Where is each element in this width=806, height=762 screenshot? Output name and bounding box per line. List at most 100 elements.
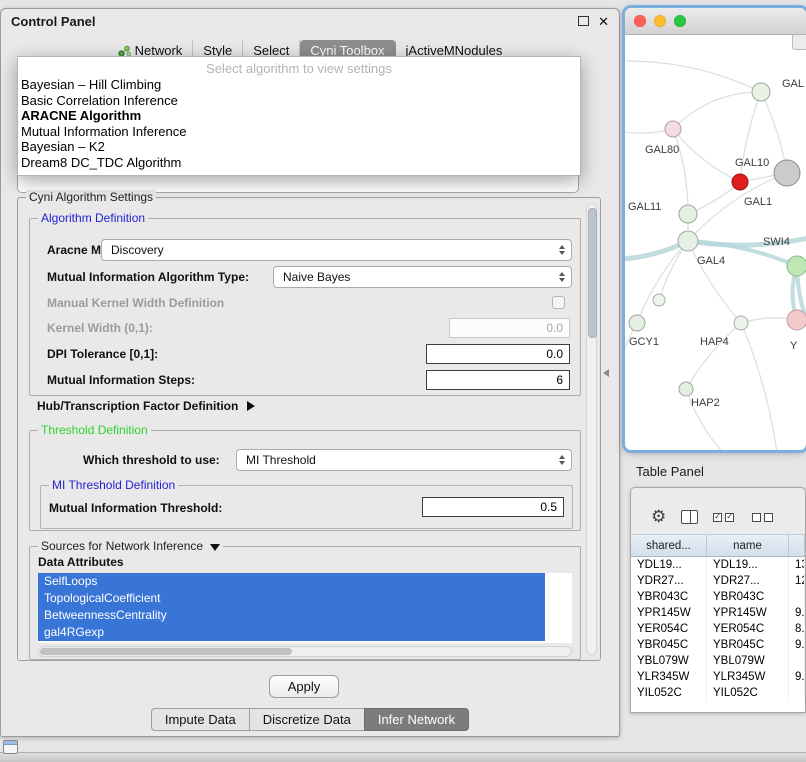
- dpi-tolerance-label: DPI Tolerance [0,1]:: [47, 347, 158, 361]
- algorithm-menu-placeholder: Select algorithm to view settings: [18, 60, 580, 77]
- settings-vertical-scrollbar[interactable]: [586, 203, 597, 655]
- table-cell: YIL052C: [631, 685, 707, 701]
- table-row[interactable]: YIL052CYIL052C: [631, 685, 805, 701]
- data-attributes-label: Data Attributes: [38, 555, 124, 569]
- network-window-titlebar[interactable]: [625, 8, 806, 35]
- table-cell: YBL079W: [707, 653, 789, 669]
- network-node-label: Y: [790, 340, 798, 352]
- table-row[interactable]: YBR043CYBR043C: [631, 589, 805, 605]
- attributes-horizontal-scrollbar[interactable]: [38, 646, 572, 657]
- attribute-list-item[interactable]: TopologicalCoefficient: [38, 590, 545, 607]
- mi-threshold-group: MI Threshold Definition Mutual Informati…: [40, 485, 573, 529]
- mi-steps-label: Mutual Information Steps:: [47, 373, 195, 387]
- network-node[interactable]: [752, 83, 770, 101]
- network-node[interactable]: [679, 382, 693, 396]
- column-layout-icon[interactable]: [681, 510, 698, 524]
- minimize-traffic-light-icon[interactable]: [654, 15, 666, 27]
- settings-gear-icon[interactable]: ⚙: [651, 509, 666, 526]
- algorithm-menu-item[interactable]: Mutual Information Inference: [18, 124, 580, 140]
- table-panel-window: ⚙ shared...name YDL19...YDL19...13YDR27.…: [630, 487, 806, 713]
- table-row[interactable]: YBL079WYBL079W: [631, 653, 805, 669]
- attribute-list-item[interactable]: gal4RGexp: [38, 624, 545, 641]
- table-row[interactable]: YDL19...YDL19...13: [631, 557, 805, 573]
- apply-button[interactable]: Apply: [269, 675, 339, 698]
- close-icon[interactable]: ✕: [598, 15, 609, 28]
- scrollbar-thumb[interactable]: [40, 648, 292, 655]
- network-node-label: SWI4: [763, 236, 790, 248]
- algorithm-menu-item[interactable]: Bayesian – K2: [18, 139, 580, 155]
- algorithm-menu-item[interactable]: ARACNE Algorithm: [18, 108, 580, 124]
- mi-threshold-field[interactable]: 0.5: [422, 497, 564, 517]
- table-cell: [789, 685, 805, 701]
- network-edge: [627, 61, 761, 92]
- network-node[interactable]: [653, 294, 665, 306]
- table-row[interactable]: YLR345WYLR345W9.: [631, 669, 805, 685]
- network-node[interactable]: [787, 256, 806, 276]
- clear-columns-icon[interactable]: [752, 513, 776, 522]
- table-cell: YDR27...: [631, 573, 707, 589]
- dpi-tolerance-field[interactable]: 0.0: [426, 344, 570, 364]
- cyni-settings-legend: Cyni Algorithm Settings: [26, 190, 156, 204]
- table-cell: YLR345W: [631, 669, 707, 685]
- table-column-header[interactable]: [789, 535, 805, 556]
- aracne-mode-value: Discovery: [111, 243, 164, 257]
- table-row[interactable]: YBR045CYBR045C9.: [631, 637, 805, 653]
- tab-discretize-data[interactable]: Discretize Data: [249, 708, 365, 731]
- zoom-traffic-light-icon[interactable]: [674, 15, 686, 27]
- data-attributes-list[interactable]: SelfLoopsTopologicalCoefficientBetweenne…: [38, 573, 572, 643]
- mi-steps-field[interactable]: 6: [426, 370, 570, 390]
- table-cell: [789, 589, 805, 605]
- table-body: YDL19...YDL19...13YDR27...YDR27...12YBR0…: [631, 557, 805, 713]
- table-cell: YLR345W: [707, 669, 789, 685]
- network-node[interactable]: [665, 121, 681, 137]
- manual-kernel-checkbox[interactable]: [552, 296, 565, 309]
- table-cell: 8.: [789, 621, 805, 637]
- kernel-width-field[interactable]: 0.0: [449, 318, 570, 338]
- table-cell: YBR043C: [707, 589, 789, 605]
- network-node[interactable]: [787, 310, 806, 330]
- network-node[interactable]: [679, 205, 697, 223]
- aracne-mode-combo[interactable]: Discovery: [101, 239, 572, 261]
- expand-right-icon: [247, 401, 255, 411]
- table-cell: YPR145W: [631, 605, 707, 621]
- tab-impute-data[interactable]: Impute Data: [151, 708, 250, 731]
- float-window-icon[interactable]: [578, 16, 589, 26]
- table-column-header[interactable]: name: [707, 535, 789, 556]
- float-panel-icon[interactable]: [3, 740, 18, 754]
- table-header-row: shared...name: [631, 534, 805, 557]
- network-node[interactable]: [732, 174, 748, 190]
- kernel-width-label: Kernel Width (0,1):: [47, 321, 153, 335]
- table-row[interactable]: YDR27...YDR27...12: [631, 573, 805, 589]
- attribute-list-item[interactable]: BetweennessCentrality: [38, 607, 545, 624]
- close-traffic-light-icon[interactable]: [634, 15, 646, 27]
- mi-type-combo[interactable]: Naive Bayes: [273, 266, 572, 288]
- network-node-label: GCY1: [629, 336, 659, 348]
- mi-steps-value: 6: [556, 373, 563, 387]
- window-bottom-edge: [0, 752, 806, 762]
- attribute-list-item[interactable]: SelfLoops: [38, 573, 545, 590]
- network-node[interactable]: [774, 160, 800, 186]
- control-panel-titlebar[interactable]: Control Panel ✕: [1, 9, 619, 33]
- panel-splitter-arrow[interactable]: [603, 369, 609, 377]
- table-cell: YBR045C: [707, 637, 789, 653]
- which-threshold-combo[interactable]: MI Threshold: [236, 449, 572, 471]
- scrollbar-thumb[interactable]: [588, 208, 597, 338]
- network-node[interactable]: [629, 315, 645, 331]
- network-node[interactable]: [678, 231, 698, 251]
- sources-legend[interactable]: Sources for Network Inference: [38, 539, 223, 553]
- network-node[interactable]: [734, 316, 748, 330]
- algorithm-menu-item[interactable]: Dream8 DC_TDC Algorithm: [18, 155, 580, 171]
- algorithm-menu-item[interactable]: Bayesian – Hill Climbing: [18, 77, 580, 93]
- algorithm-menu-item[interactable]: Basic Correlation Inference: [18, 93, 580, 109]
- table-row[interactable]: YER054CYER054C8.: [631, 621, 805, 637]
- hub-tf-section-toggle[interactable]: Hub/Transcription Factor Definition: [37, 399, 255, 413]
- table-cell: 12: [789, 573, 805, 589]
- combo-stepper-icon: [559, 245, 565, 255]
- tab-infer-network[interactable]: Infer Network: [364, 708, 469, 731]
- table-column-header[interactable]: shared...: [631, 535, 707, 556]
- select-all-columns-icon[interactable]: [713, 513, 737, 522]
- network-node-label: GAL10: [735, 157, 769, 169]
- network-view[interactable]: GAL80GALGAL10GAL11GAL4GCY1HAP4YHAP2GAL1S…: [625, 35, 806, 450]
- table-row[interactable]: YPR145WYPR145W9.: [631, 605, 805, 621]
- kernel-width-value: 0.0: [546, 321, 563, 335]
